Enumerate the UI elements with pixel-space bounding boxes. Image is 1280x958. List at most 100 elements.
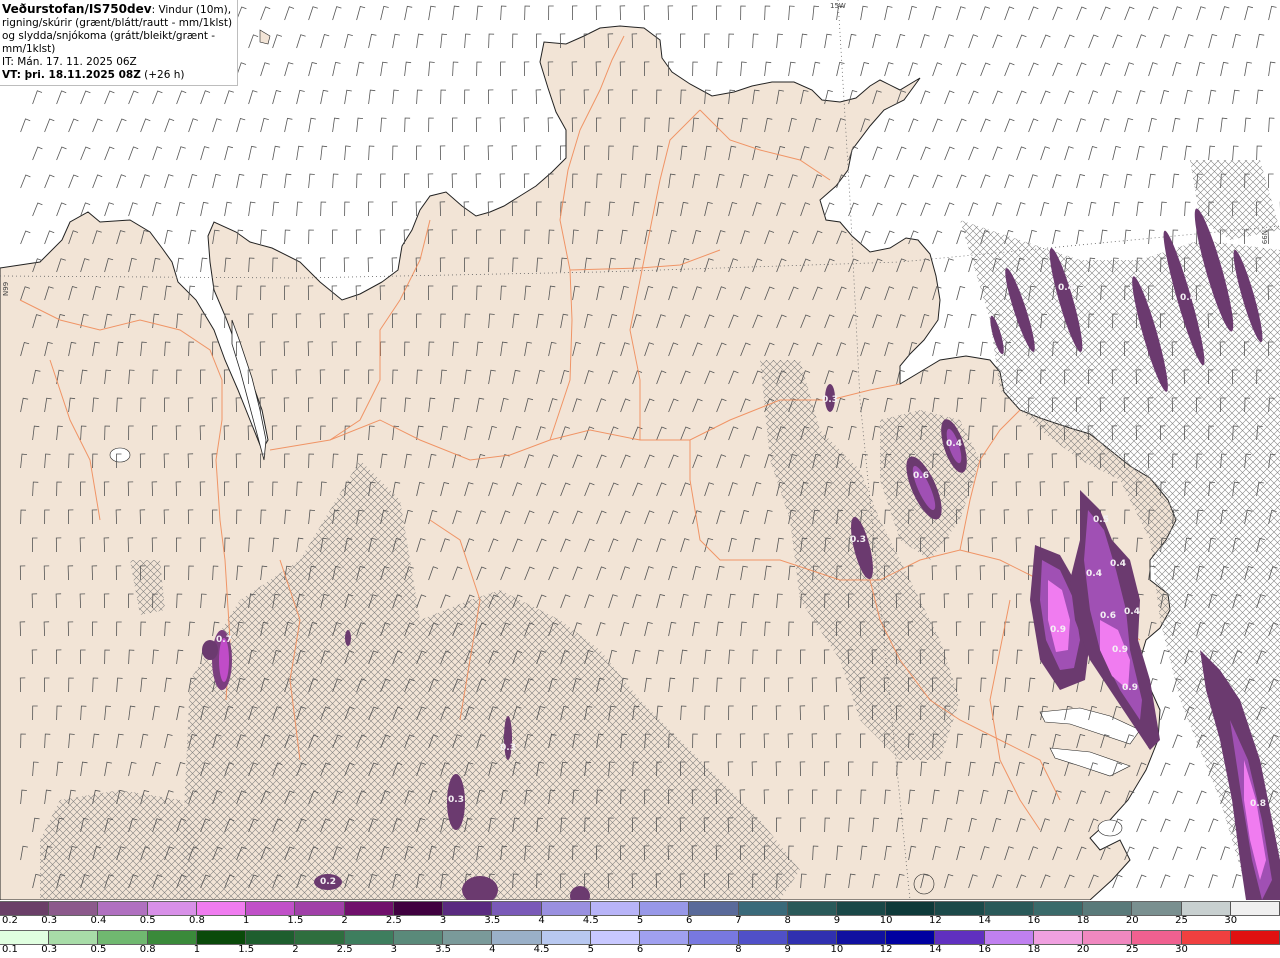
legend-color-swatch bbox=[246, 931, 296, 944]
initial-time: IT: Mán. 17. 11. 2025 06Z bbox=[2, 56, 137, 68]
legend-color-swatch bbox=[98, 902, 148, 915]
legend-tick-label: 9 bbox=[833, 915, 841, 926]
legend-tick-label: 0.8 bbox=[139, 944, 156, 955]
legend-tick-label: 3.5 bbox=[484, 915, 501, 926]
legend-color-swatch bbox=[98, 931, 148, 944]
legend-color-swatch bbox=[147, 902, 197, 915]
legend-color-swatch bbox=[492, 931, 542, 944]
precip-value-label: 0.6 bbox=[1100, 611, 1116, 621]
precip-value-label: 0.9 bbox=[1112, 645, 1128, 655]
legend-color-swatch bbox=[935, 931, 985, 944]
legend-color-swatch bbox=[1033, 902, 1084, 915]
lake bbox=[109, 447, 131, 463]
legend-tick-label: 3 bbox=[390, 944, 398, 955]
legend-tick-label: 5 bbox=[587, 944, 594, 955]
precip-value-label: 0.7 bbox=[216, 635, 232, 645]
legend-color-swatch bbox=[1083, 931, 1133, 944]
longitude-label: 15W bbox=[830, 2, 846, 10]
legend-color-swatch bbox=[246, 902, 296, 915]
legend-color-swatch bbox=[196, 902, 247, 915]
legend-color-swatch bbox=[590, 902, 641, 915]
forecast-offset: (+26 h) bbox=[140, 69, 185, 81]
precip-value-label: 0.4 bbox=[1180, 293, 1196, 303]
lake bbox=[1097, 819, 1123, 837]
legend-color-swatch bbox=[1181, 902, 1231, 915]
legend-tick-label: 2.5 bbox=[336, 944, 353, 955]
legend-color-swatch bbox=[689, 902, 739, 915]
legend-color-swatch bbox=[787, 931, 837, 944]
legend-tick-label: 10 bbox=[830, 944, 844, 955]
legend-tick-label: 16 bbox=[978, 944, 991, 955]
legend-tick-label: 0.3 bbox=[41, 944, 58, 955]
rain-color-legend: 0.1 0.3 0.5 0.8 1 1.5 2 2.5 3 3.5 4 4.5 5 6 7 8 9 10 12 14 1… bbox=[0, 929, 1280, 958]
precip-value-label: 0.2 bbox=[320, 877, 336, 887]
legend-color-swatch bbox=[1083, 902, 1133, 915]
precip-value-label: 0.3 bbox=[500, 743, 516, 753]
legend-tick-label: 6 bbox=[686, 915, 693, 926]
legend-color-swatch bbox=[196, 931, 247, 944]
legend-tick-label: 2 bbox=[292, 944, 299, 955]
map-info-box: Veðurstofan/IS750dev: Vindur (10m), rign… bbox=[0, 0, 238, 86]
legend-color-swatch bbox=[49, 931, 99, 944]
legend-tick-label: 2.5 bbox=[385, 915, 402, 926]
legend-color-swatch bbox=[836, 931, 887, 944]
precip-cell bbox=[345, 630, 351, 646]
precip-value-label: 0.9 bbox=[1050, 625, 1066, 635]
precip-value-label: 0.3 bbox=[850, 535, 866, 545]
precip-value-label: 0.4 bbox=[1110, 559, 1126, 569]
legend-color-swatch bbox=[886, 902, 936, 915]
legend-color-swatch bbox=[492, 902, 542, 915]
legend-tick-label: 0.8 bbox=[188, 915, 205, 926]
legend-tick-label: 1 bbox=[242, 915, 250, 926]
legend-tick-label: 25 bbox=[1125, 944, 1139, 955]
legend-color-swatch bbox=[443, 931, 493, 944]
legend-color-swatch bbox=[147, 931, 197, 944]
legend-color-swatch bbox=[1230, 931, 1280, 944]
legend-tick-label: 14 bbox=[929, 944, 942, 955]
legend-color-swatch bbox=[836, 902, 887, 915]
legend-tick-label: 7 bbox=[686, 944, 693, 955]
legend-color-swatch bbox=[935, 902, 985, 915]
legend-color-swatch bbox=[393, 931, 444, 944]
legend-color-swatch bbox=[787, 902, 837, 915]
legend-tick-label: 12 bbox=[929, 915, 942, 926]
legend-tick-label: 0.2 bbox=[2, 915, 18, 926]
legend-tick-label: 0.3 bbox=[41, 915, 58, 926]
legend-color-swatch bbox=[295, 931, 345, 944]
legend-tick-label: 1.5 bbox=[287, 915, 304, 926]
legend-tick-label: 10 bbox=[879, 915, 893, 926]
legend-tick-label: 8 bbox=[784, 915, 791, 926]
legend-color-swatch bbox=[1181, 931, 1231, 944]
legend-color-swatch bbox=[640, 902, 690, 915]
legend-color-swatch bbox=[0, 931, 50, 944]
legend-color-swatch bbox=[344, 902, 394, 915]
legend-tick-label: 0.5 bbox=[139, 915, 156, 926]
precip-value-label: 0.5 bbox=[1093, 515, 1109, 525]
legend-tick-label: 7 bbox=[735, 915, 742, 926]
legend-tick-label: 0.1 bbox=[2, 944, 18, 955]
legend-color-swatch bbox=[1033, 931, 1084, 944]
legend-color-swatch bbox=[984, 931, 1034, 944]
legend-color-swatch bbox=[49, 902, 99, 915]
legend-color-swatch bbox=[443, 902, 493, 915]
legend-tick-label: 1.5 bbox=[238, 944, 255, 955]
legend-tick-label: 20 bbox=[1125, 915, 1139, 926]
legend-tick-label: 4 bbox=[538, 915, 545, 926]
legend-tick-label: 4.5 bbox=[582, 915, 599, 926]
legend-tick-label: 9 bbox=[784, 944, 791, 955]
legend-tick-label: 30 bbox=[1175, 944, 1188, 955]
precip-value-label: 0.4 bbox=[946, 439, 962, 449]
legend-color-swatch bbox=[689, 931, 739, 944]
snow-color-legend: 0.2 0.3 0.4 0.5 0.8 1 1.5 2 2.5 3 3.5 4 4.5 5 6 7 8 9 10 12… bbox=[0, 900, 1280, 929]
legend-tick-label: 18 bbox=[1076, 915, 1090, 926]
legend-tick-label: 5 bbox=[636, 915, 644, 926]
legend-tick-label: 4 bbox=[489, 944, 496, 955]
island bbox=[913, 873, 935, 895]
legend-color-swatch bbox=[541, 902, 591, 915]
precip-value-label: 0.6 bbox=[913, 471, 929, 481]
legend-tick-label: 0.5 bbox=[90, 944, 107, 955]
legend-tick-label: 18 bbox=[1027, 944, 1041, 955]
weather-map: 0.7 0.3 0.2 0.4 0.6 0.3 0.5 0.4 0.4 0.4 0.9 0.6 0.4 0… bbox=[0, 0, 1280, 900]
latitude-label-left: N99 bbox=[2, 281, 10, 296]
legend-color-swatch bbox=[886, 931, 936, 944]
